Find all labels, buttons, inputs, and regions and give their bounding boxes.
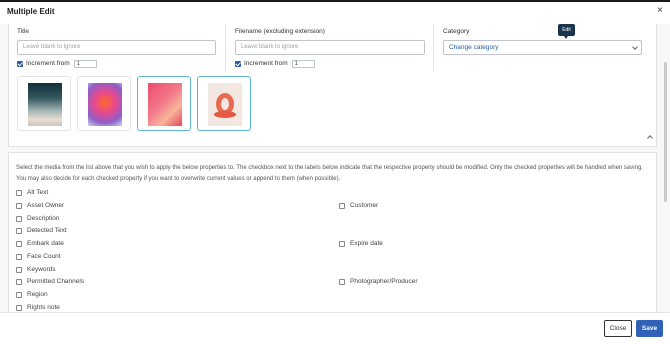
- close-button[interactable]: Close: [604, 320, 632, 337]
- property-label: Region: [27, 291, 48, 298]
- property-label: Customer: [350, 202, 379, 209]
- pink-smoke-image: [88, 83, 122, 126]
- checkbox[interactable]: [16, 291, 22, 298]
- property-label: Keywords: [27, 266, 56, 273]
- property-label: Embark date: [27, 240, 64, 247]
- dialog-body: Title Leave blank to ignore Increment fr…: [0, 24, 670, 312]
- property-checkbox-description[interactable]: Description: [16, 214, 60, 223]
- title-increment-input[interactable]: 1: [73, 59, 97, 68]
- property-label: Alt Text: [27, 189, 49, 196]
- desert-dunes-image: [28, 83, 62, 126]
- checkbox[interactable]: [16, 202, 22, 209]
- checkbox[interactable]: [16, 189, 22, 196]
- property-label: Detected Text: [27, 227, 67, 234]
- media-thumbnail-selected[interactable]: [137, 76, 191, 131]
- filename-label: Filename (excluding extension): [235, 28, 325, 35]
- checkbox[interactable]: [339, 202, 345, 209]
- property-label: Rights note: [27, 304, 60, 311]
- property-checkbox-permitted-channels[interactable]: Permitted Channels: [16, 277, 84, 286]
- coral-ribbon-image: [208, 83, 242, 126]
- property-label: Expire date: [350, 240, 383, 247]
- checkbox[interactable]: [339, 278, 345, 285]
- close-icon[interactable]: ×: [657, 6, 663, 16]
- category-label: Category: [443, 28, 470, 35]
- column-divider: [433, 24, 434, 71]
- checkbox[interactable]: [16, 253, 22, 260]
- edit-tooltip: Edit: [558, 24, 575, 39]
- checkbox[interactable]: [16, 240, 22, 247]
- property-checkbox-detected-text[interactable]: Detected Text: [16, 226, 67, 235]
- save-button[interactable]: Save: [636, 320, 663, 337]
- property-label: Permitted Channels: [27, 278, 85, 285]
- filename-increment-label: Increment from: [244, 60, 288, 67]
- checkbox[interactable]: [16, 278, 22, 285]
- column-divider: [225, 24, 226, 71]
- property-checkbox-photographer-producer[interactable]: Photographer/Producer: [339, 277, 418, 286]
- title-label: Title: [17, 28, 30, 35]
- title-increment-label: Increment from: [26, 60, 70, 67]
- category-select[interactable]: Change category: [443, 40, 642, 55]
- property-label: Description: [27, 215, 60, 222]
- chevron-up-icon[interactable]: [647, 135, 653, 141]
- instructions-text: Select the media from the list above tha…: [16, 165, 643, 182]
- category-selected-value: Change category: [449, 44, 499, 51]
- filename-increment-checkbox[interactable]: [235, 60, 241, 67]
- property-checkbox-rights-note[interactable]: Rights note: [16, 303, 60, 312]
- scrollbar[interactable]: [664, 62, 667, 202]
- pink-abstract-image: [148, 83, 182, 126]
- property-checkbox-embark-date[interactable]: Embark date: [16, 239, 64, 248]
- properties-panel: Select the media from the list above tha…: [8, 152, 657, 312]
- property-checkbox-face-count[interactable]: Face Count: [16, 252, 61, 261]
- media-thumbnail[interactable]: [77, 76, 131, 131]
- title-input[interactable]: Leave blank to ignore: [17, 40, 216, 55]
- property-checkbox-alt-text[interactable]: Alt Text: [16, 188, 48, 197]
- title-increment-checkbox[interactable]: [17, 60, 23, 67]
- filename-input[interactable]: Leave blank to ignore: [235, 40, 425, 55]
- edit-fields-panel: Title Leave blank to ignore Increment fr…: [8, 24, 657, 147]
- property-label: Photographer/Producer: [350, 278, 418, 285]
- checkbox[interactable]: [16, 227, 22, 234]
- property-checkbox-customer[interactable]: Customer: [339, 201, 378, 210]
- checkbox[interactable]: [16, 215, 22, 222]
- property-label: Asset Owner: [27, 202, 65, 209]
- dialog-header: Multiple Edit ×: [0, 2, 670, 24]
- filename-increment-input[interactable]: 1: [291, 59, 315, 68]
- checkbox[interactable]: [339, 240, 345, 247]
- property-checkbox-asset-owner[interactable]: Asset Owner: [16, 201, 64, 210]
- media-thumbnail-selected[interactable]: [197, 76, 251, 131]
- dialog-footer: Close Save: [0, 312, 670, 344]
- title-increment-row: Increment from 1: [17, 59, 97, 68]
- checkbox[interactable]: [16, 304, 22, 311]
- filename-increment-row: Increment from 1: [235, 59, 315, 68]
- checkbox[interactable]: [16, 266, 22, 273]
- chevron-down-icon: [632, 44, 638, 50]
- property-checkbox-region[interactable]: Region: [16, 290, 48, 299]
- property-label: Face Count: [27, 253, 61, 260]
- property-checkbox-expire-date[interactable]: Expire date: [339, 239, 383, 248]
- property-checkbox-keywords[interactable]: Keywords: [16, 265, 56, 274]
- media-thumbnail[interactable]: [17, 76, 71, 131]
- dialog-title: Multiple Edit: [7, 7, 55, 16]
